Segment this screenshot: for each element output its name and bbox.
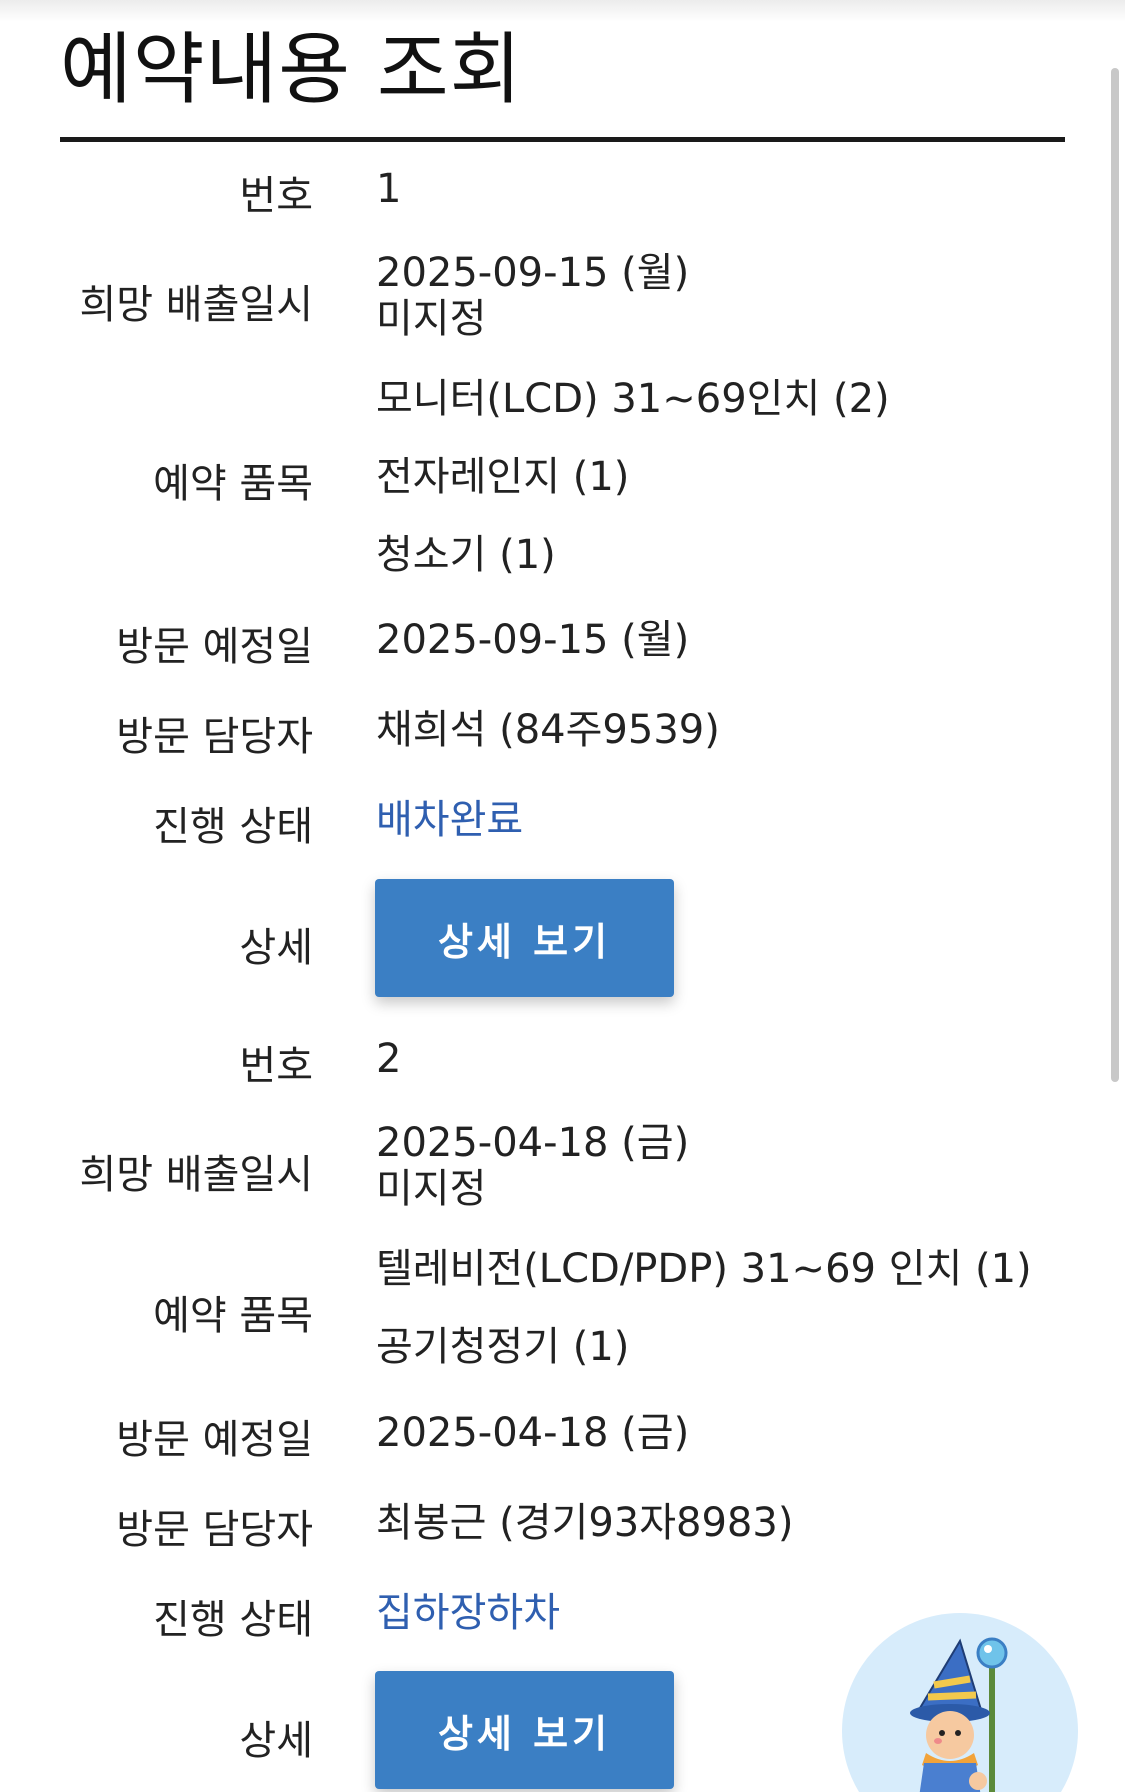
title-divider	[60, 137, 1065, 142]
progress-status-label: 진행 상태	[153, 1597, 313, 1643]
page-title: 예약내용 조회	[60, 25, 523, 115]
visit-staff-label: 방문 담당자	[116, 714, 313, 760]
items-label: 예약 품목	[153, 461, 313, 507]
visit-date-label: 방문 예정일	[116, 624, 313, 670]
reservation-number: 1	[376, 166, 402, 212]
detail-view-button[interactable]: 상세 보기	[375, 879, 674, 997]
progress-status-label: 진행 상태	[153, 804, 313, 850]
item-entry: 전자레인지 (1)	[376, 454, 630, 500]
visit-staff-label: 방문 담당자	[116, 1507, 313, 1553]
desired-datetime-label: 희망 배출일시	[79, 282, 313, 328]
detail-label: 상세	[239, 1718, 313, 1764]
scrollbar-thumb[interactable]	[1111, 68, 1119, 1082]
visit-date: 2025-04-18 (금)	[376, 1410, 690, 1456]
visit-staff: 채희석 (84주9539)	[376, 707, 720, 753]
item-entry: 텔레비전(LCD/PDP) 31~69 인치 (1)	[376, 1246, 1032, 1292]
floating-mascot-button[interactable]	[842, 1613, 1078, 1792]
desired-time: 미지정	[376, 296, 487, 342]
wizard-mascot-icon	[910, 1637, 1008, 1792]
status-badge: 배차완료	[376, 797, 524, 843]
visit-staff: 최봉근 (경기93자8983)	[376, 1500, 794, 1546]
number-label: 번호	[239, 1043, 313, 1089]
visit-date-label: 방문 예정일	[116, 1417, 313, 1463]
item-entry: 청소기 (1)	[376, 532, 556, 578]
top-shade	[0, 0, 1125, 22]
desired-date: 2025-09-15 (월)	[376, 250, 690, 296]
detail-label: 상세	[239, 925, 313, 971]
items-label: 예약 품목	[153, 1293, 313, 1339]
number-label: 번호	[239, 173, 313, 219]
desired-datetime-label: 희망 배출일시	[79, 1152, 313, 1198]
item-entry: 공기청정기 (1)	[376, 1324, 630, 1370]
detail-view-button[interactable]: 상세 보기	[375, 1671, 674, 1789]
reservation-number: 2	[376, 1036, 402, 1082]
visit-date: 2025-09-15 (월)	[376, 617, 690, 663]
reservation-inquiry-page: 예약내용 조회 번호 1 희망 배출일시 2025-09-15 (월) 미지정 …	[0, 0, 1125, 1792]
desired-date: 2025-04-18 (금)	[376, 1120, 690, 1166]
item-entry: 모니터(LCD) 31~69인치 (2)	[376, 376, 890, 422]
status-badge: 집하장하차	[376, 1590, 560, 1636]
desired-time: 미지정	[376, 1166, 487, 1212]
